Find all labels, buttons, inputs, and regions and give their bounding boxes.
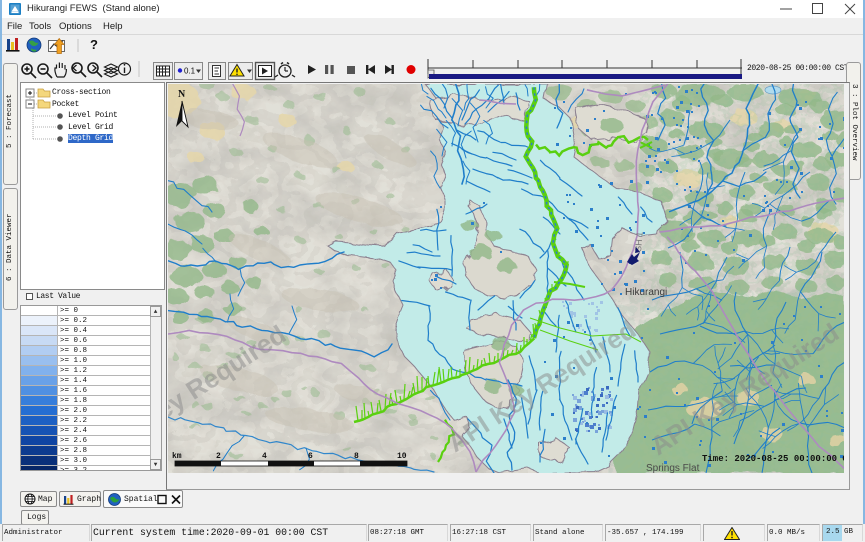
svg-text:SH 1: SH 1 bbox=[633, 231, 645, 252]
svg-text:6: 6 bbox=[308, 452, 313, 461]
svg-text:Springs Flat: Springs Flat bbox=[646, 463, 700, 473]
svg-text:2: 2 bbox=[216, 452, 221, 461]
svg-text:Time: 2020-08-25 00:00:00 CST: Time: 2020-08-25 00:00:00 CST bbox=[702, 454, 844, 464]
svg-text:0.1: 0.1 bbox=[184, 67, 196, 76]
svg-text:10: 10 bbox=[397, 452, 407, 461]
svg-text:km: km bbox=[172, 452, 182, 461]
svg-text:N: N bbox=[178, 89, 186, 100]
svg-text:8: 8 bbox=[354, 452, 359, 461]
svg-text:4: 4 bbox=[262, 452, 267, 461]
svg-text:Hikurangi: Hikurangi bbox=[625, 287, 667, 298]
